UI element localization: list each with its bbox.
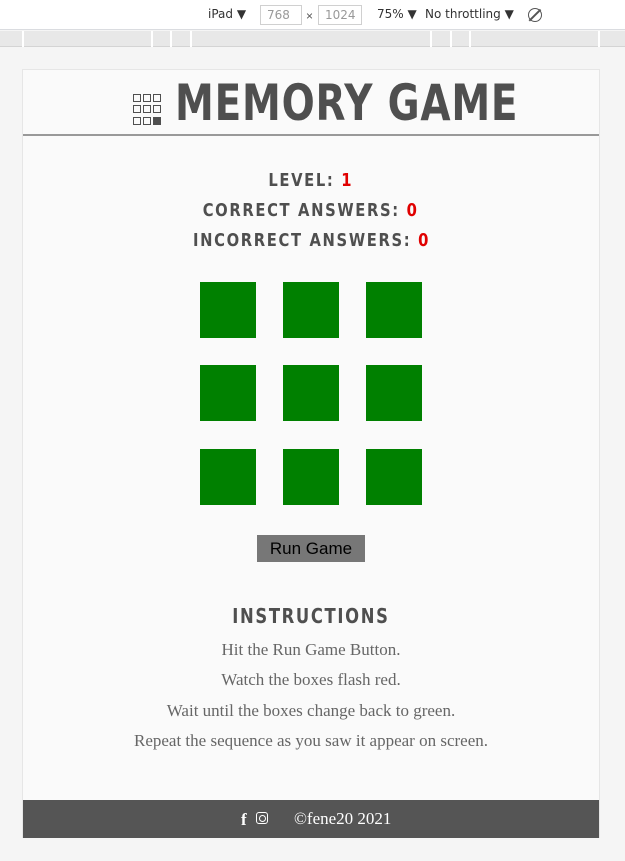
ruler-tick[interactable] [430,31,432,47]
ruler-tick[interactable] [598,31,600,47]
game-box-8[interactable] [283,449,339,505]
correct-value: 0 [407,200,419,221]
game-box-4[interactable] [200,365,256,421]
grid-logo-icon [133,94,165,126]
chevron-down-icon: ▼ [504,7,514,21]
instruction-line: Hit the Run Game Button. [221,640,401,659]
incorrect-value: 0 [417,230,430,251]
game-box-7[interactable] [200,449,256,505]
page-title: MEMORY GAME [175,74,519,132]
ruler-tick[interactable] [22,31,24,47]
game-box-6[interactable] [366,365,422,421]
ruler-tick[interactable] [469,31,471,47]
level-stat: LEVEL: 1 [23,170,599,191]
width-input[interactable]: 768 [260,5,302,25]
incorrect-stat: INCORRECT ANSWERS: 0 [23,230,599,251]
chevron-down-icon: ▼ [407,7,417,21]
zoom-select[interactable]: 75% ▼ [377,7,417,21]
zoom-label: 75% [377,7,404,21]
device-label: iPad [208,7,234,21]
ruler-tick[interactable] [170,31,172,47]
game-box-1[interactable] [200,282,256,338]
correct-stat: CORRECT ANSWERS: 0 [23,200,599,221]
ruler-tick[interactable] [190,31,192,47]
instagram-icon[interactable] [256,812,268,824]
correct-label: CORRECT ANSWERS: [203,200,401,221]
times-icon: × [306,9,314,23]
game-box-2[interactable] [283,282,339,338]
facebook-icon[interactable]: f [241,810,247,830]
throttling-label: No throttling [425,7,501,21]
level-label: LEVEL: [268,170,335,191]
throttling-select[interactable]: No throttling ▼ [425,7,514,21]
instruction-line: Watch the boxes flash red. [221,670,401,689]
devtools-toolbar: iPad ▼ 768 × 1024 75% ▼ No throttling ▼ [0,0,625,30]
page-viewport: MEMORY GAME LEVEL: 1 CORRECT ANSWERS: 0 … [22,69,600,838]
ruler-tick[interactable] [450,31,452,47]
page-header: MEMORY GAME [23,70,599,136]
instruction-line: Repeat the sequence as you saw it appear… [133,731,489,750]
chevron-down-icon: ▼ [236,7,247,21]
run-game-button[interactable]: Run Game [257,535,365,562]
height-input[interactable]: 1024 [318,5,362,25]
game-box-9[interactable] [366,449,422,505]
level-value: 1 [341,170,354,191]
rotate-icon[interactable] [528,8,542,22]
ruler-tick[interactable] [151,31,153,47]
page-footer: f ©fene20 2021 [23,800,599,838]
media-query-ruler [0,31,625,47]
instruction-line: Wait until the boxes change back to gree… [166,701,456,720]
instructions-title-text: INSTRUCTIONS [232,604,390,628]
device-select[interactable]: iPad ▼ [208,7,246,21]
incorrect-label: INCORRECT ANSWERS: [192,230,411,251]
instructions-title: INSTRUCTIONS [23,604,599,628]
game-box-5[interactable] [283,365,339,421]
copyright-text: ©fene20 2021 [294,809,392,828]
game-box-3[interactable] [366,282,422,338]
